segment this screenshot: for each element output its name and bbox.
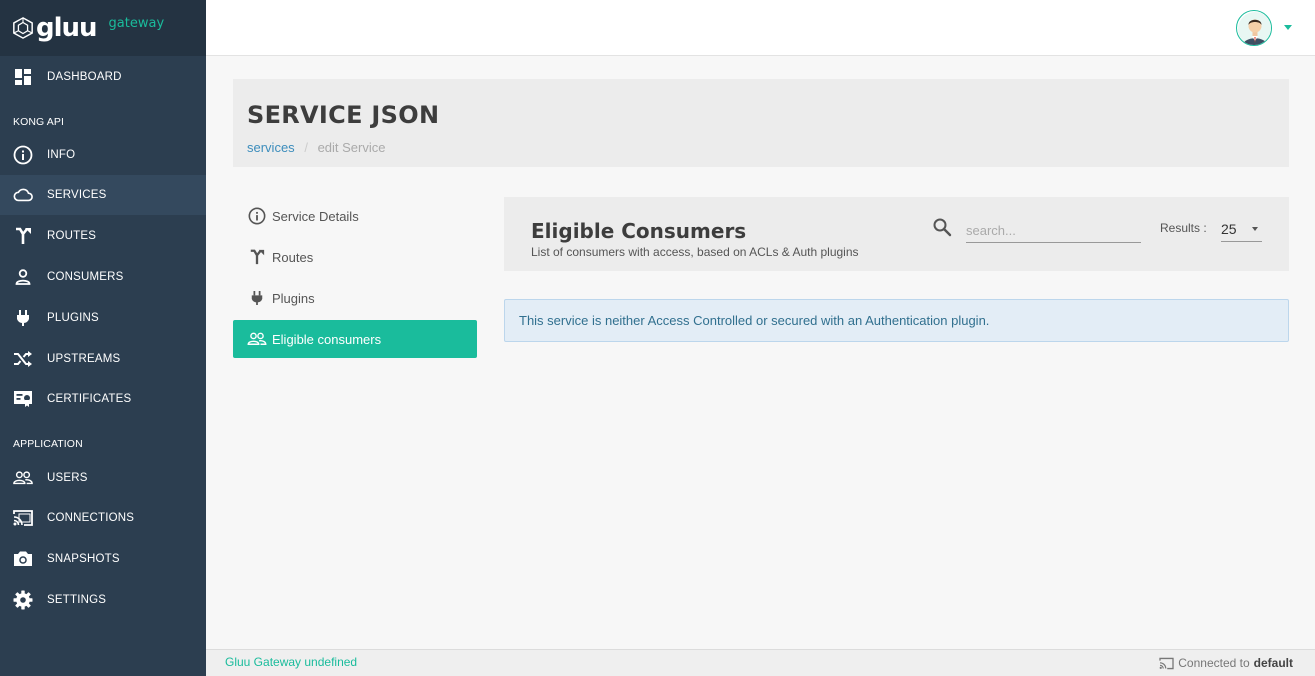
info-icon: [13, 145, 33, 165]
tab-plugins[interactable]: Plugins: [233, 279, 477, 317]
sidebar-item-services[interactable]: SERVICES: [0, 175, 206, 215]
page-title: SERVICE JSON: [247, 101, 440, 129]
sidebar-item-consumers[interactable]: CONSUMERS: [0, 257, 206, 297]
consumers-panel-header: Eligible Consumers List of consumers wit…: [504, 197, 1289, 271]
plug-icon: [13, 308, 33, 328]
sidebar-item-info[interactable]: INFO: [0, 135, 206, 175]
avatar-icon: [1238, 12, 1271, 45]
brand-logo[interactable]: gluu gateway: [0, 0, 206, 56]
tab-label: Service Details: [272, 208, 359, 224]
brand-sub: gateway: [108, 15, 165, 31]
routes-icon: [247, 247, 267, 267]
search-input[interactable]: [966, 219, 1141, 243]
sidebar-item-label: SETTINGS: [47, 594, 107, 606]
cloud-icon: [13, 185, 33, 205]
section-application: APPLICATION: [13, 438, 83, 450]
users-icon: [247, 329, 267, 349]
tab-label: Routes: [272, 249, 314, 265]
sidebar-item-label: CERTIFICATES: [47, 393, 132, 405]
users-icon: [13, 468, 33, 488]
connection-prefix: Connected to: [1178, 656, 1250, 670]
certificate-icon: [13, 389, 33, 409]
chevron-down-icon: [1252, 227, 1258, 231]
user-avatar[interactable]: [1236, 10, 1272, 46]
results-value: 25: [1221, 221, 1237, 237]
cast-icon: [1159, 657, 1174, 669]
gluu-logo-icon: [13, 17, 33, 39]
sidebar-item-label: CONNECTIONS: [47, 512, 135, 524]
connection-name: default: [1253, 656, 1293, 670]
sidebar-item-routes[interactable]: ROUTES: [0, 216, 206, 256]
tab-label: Plugins: [272, 290, 315, 306]
sidebar-item-snapshots[interactable]: SNAPSHOTS: [0, 539, 206, 579]
page-header: SERVICE JSON services / edit Service: [233, 79, 1289, 167]
sidebar-item-label: PLUGINS: [47, 312, 99, 324]
sidebar-item-label: ROUTES: [47, 230, 97, 242]
search-icon[interactable]: [932, 217, 952, 237]
shuffle-icon: [13, 349, 33, 369]
tab-routes[interactable]: Routes: [233, 238, 477, 276]
panel-title: Eligible Consumers: [531, 219, 747, 243]
chevron-down-icon[interactable]: [1284, 25, 1292, 30]
sidebar-item-label: CONSUMERS: [47, 271, 124, 283]
sidebar-item-label: DASHBOARD: [47, 71, 122, 83]
tab-eligible-consumers[interactable]: Eligible consumers: [233, 320, 477, 358]
footer: Gluu Gateway undefined Connected to defa…: [206, 649, 1315, 676]
sidebar-item-label: USERS: [47, 472, 88, 484]
breadcrumb-link-services[interactable]: services: [247, 140, 295, 155]
sidebar-item-dashboard[interactable]: DASHBOARD: [0, 57, 206, 97]
sidebar-item-label: UPSTREAMS: [47, 353, 121, 365]
sidebar-item-certificates[interactable]: CERTIFICATES: [0, 379, 206, 419]
section-kong-api: KONG API: [13, 116, 64, 128]
sidebar-item-plugins[interactable]: PLUGINS: [0, 298, 206, 338]
routes-icon: [13, 226, 33, 246]
brand-name: gluu: [36, 13, 98, 43]
info-icon: [247, 206, 267, 226]
person-icon: [13, 267, 33, 287]
sidebar-item-users[interactable]: USERS: [0, 458, 206, 498]
sidebar-item-settings[interactable]: SETTINGS: [0, 580, 206, 620]
panel-subtitle: List of consumers with access, based on …: [531, 245, 859, 259]
sidebar-item-label: SNAPSHOTS: [47, 553, 120, 565]
tab-service-details[interactable]: Service Details: [233, 197, 477, 235]
cast-icon: [13, 508, 33, 528]
footer-connection: Connected to default: [1159, 656, 1293, 670]
gear-icon: [13, 590, 33, 610]
info-alert: This service is neither Access Controlle…: [504, 299, 1289, 342]
tab-label: Eligible consumers: [272, 331, 382, 347]
footer-version: Gluu Gateway undefined: [225, 655, 358, 669]
sidebar-item-label: INFO: [47, 149, 76, 161]
breadcrumb-separator: /: [304, 140, 308, 155]
sidebar: gluu gateway DASHBOARD KONG API INFO SER…: [0, 0, 206, 676]
breadcrumb: services / edit Service: [247, 140, 385, 155]
breadcrumb-current: edit Service: [317, 140, 386, 155]
sidebar-item-upstreams[interactable]: UPSTREAMS: [0, 339, 206, 379]
dashboard-icon: [13, 67, 33, 87]
sidebar-item-connections[interactable]: CONNECTIONS: [0, 498, 206, 538]
topbar: [206, 0, 1315, 56]
sidebar-item-label: SERVICES: [47, 189, 107, 201]
results-label: Results :: [1160, 221, 1207, 235]
camera-icon: [13, 549, 33, 569]
results-per-page-select[interactable]: 25: [1221, 217, 1262, 242]
plug-icon: [247, 288, 267, 308]
